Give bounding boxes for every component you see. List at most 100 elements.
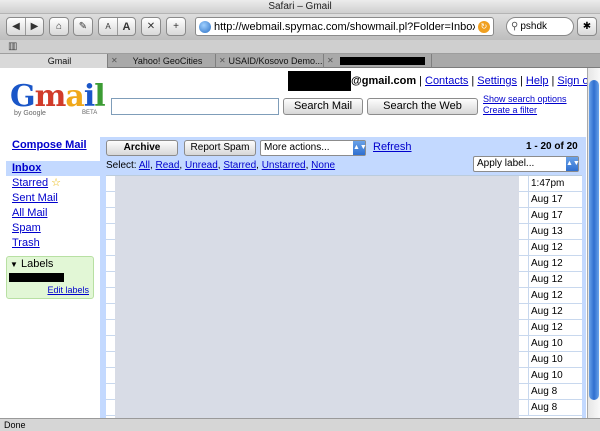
reload-icon[interactable]: ↻ <box>478 20 490 33</box>
status-bar: Done <box>0 418 600 431</box>
back-arrow-icon: ◀ <box>12 21 20 32</box>
home-icon: ⌂ <box>55 21 63 32</box>
labels-header[interactable]: ▼ Labels <box>7 257 93 270</box>
text-smaller-label: A <box>105 22 111 31</box>
more-actions-select[interactable]: More actions... ▲▼ <box>260 140 367 156</box>
mail-search-input[interactable] <box>111 98 279 115</box>
sidebar-item-spam[interactable]: Spam <box>6 221 100 236</box>
gmail-logo-text: Gmail <box>10 79 106 114</box>
apply-label-select[interactable]: Apply label... ▲▼ <box>473 156 580 172</box>
mail-list-panel: Archive Report Spam More actions... ▲▼ R… <box>100 137 586 418</box>
tab-usaid[interactable]: ✕ USAID/Kosovo Demo... <box>216 54 324 68</box>
bug-report-button[interactable]: ✱ <box>577 17 597 36</box>
show-search-options-link[interactable]: Show search options <box>483 94 567 105</box>
archive-button[interactable]: Archive <box>106 140 178 156</box>
browser-toolbar: ◀ ▶ ⌂ ✎ A A ✕ + http://webmail.spymac.co… <box>0 14 600 40</box>
tab-label: Yahoo! GeoCities <box>132 56 203 66</box>
text-larger-button[interactable]: A <box>117 18 135 35</box>
home-button[interactable]: ⌂ <box>49 17 69 36</box>
address-text[interactable]: http://webmail.spymac.com/showmail.pl?Fo… <box>214 21 475 33</box>
account-bar: @gmail.com | Contacts | Settings | Help … <box>288 71 587 91</box>
help-link[interactable]: Help <box>526 75 549 87</box>
select-all-link[interactable]: All <box>139 160 150 171</box>
forward-arrow-icon: ▶ <box>30 21 39 32</box>
globe-icon <box>199 20 211 33</box>
browser-search-field[interactable]: ⚲ pshdk <box>506 17 574 36</box>
edit-labels-link[interactable]: Edit labels <box>47 285 89 295</box>
sidebar-item-label: Starred <box>12 177 49 189</box>
forward-button[interactable]: ▶ <box>25 18 43 35</box>
sidebar-item-starred[interactable]: Starred ☆ <box>6 176 100 191</box>
browser-search-value: pshdk <box>520 21 548 32</box>
mail-date: Aug 13 <box>528 224 582 239</box>
pencil-icon: ✎ <box>78 21 88 32</box>
tab-close-icon[interactable]: ✕ <box>327 54 336 68</box>
gmail-logo[interactable]: Gmail by Google BETA <box>10 79 106 120</box>
page-scrollbar[interactable] <box>587 68 600 418</box>
stop-button[interactable]: ✕ <box>141 17 161 36</box>
sidebar-item-label: All Mail <box>12 207 48 219</box>
address-bar[interactable]: http://webmail.spymac.com/showmail.pl?Fo… <box>195 17 494 36</box>
contacts-link[interactable]: Contacts <box>425 75 468 87</box>
select-unstarred-link[interactable]: Unstarred <box>262 160 306 171</box>
report-spam-button[interactable]: Report Spam <box>184 140 256 156</box>
edit-button[interactable]: ✎ <box>73 17 93 36</box>
settings-link[interactable]: Settings <box>477 75 517 87</box>
logo-by-google: by Google <box>14 110 46 117</box>
sidebar-item-label: Sent Mail <box>12 192 58 204</box>
text-smaller-button[interactable]: A <box>99 18 117 35</box>
select-prefix: Select: <box>106 160 137 171</box>
search-icon: ⚲ <box>511 21 519 32</box>
book-icon[interactable]: ▥ <box>8 41 17 52</box>
sidebar-item-inbox[interactable]: Inbox <box>6 161 100 176</box>
tab-gmail[interactable]: Gmail <box>0 54 108 68</box>
scrollbar-thumb[interactable] <box>589 80 599 400</box>
gmail-page: Gmail by Google BETA @gmail.com | Contac… <box>0 68 587 418</box>
create-filter-link[interactable]: Create a filter <box>483 105 567 116</box>
labels-header-text: Labels <box>20 258 54 270</box>
redacted-username <box>288 71 351 91</box>
sidebar-item-all-mail[interactable]: All Mail <box>6 206 100 221</box>
mail-date: Aug 12 <box>528 320 582 335</box>
tab-redacted[interactable]: ✕ <box>324 54 432 68</box>
sidebar-item-trash[interactable]: Trash <box>6 236 100 251</box>
sidebar-item-sent[interactable]: Sent Mail <box>6 191 100 206</box>
tab-label-redacted <box>340 57 425 65</box>
select-read-link[interactable]: Read <box>156 160 180 171</box>
search-options: Show search options Create a filter <box>483 94 567 116</box>
compose-mail-link[interactable]: Compose Mail <box>12 139 87 151</box>
mail-date: Aug 10 <box>528 352 582 367</box>
add-bookmark-button[interactable]: + <box>166 17 186 36</box>
mail-date: Aug 17 <box>528 192 582 207</box>
mail-date: Aug 10 <box>528 368 582 383</box>
mail-date: 1:47pm <box>528 176 582 191</box>
signout-link[interactable]: Sign out <box>557 75 587 87</box>
tab-label: Gmail <box>47 56 72 66</box>
search-mail-button[interactable]: Search Mail <box>283 98 363 115</box>
tab-geocities[interactable]: ✕ Yahoo! GeoCities <box>108 54 216 68</box>
paging-info: 1 - 20 of 20 <box>526 141 578 152</box>
mail-date: Aug 12 <box>528 240 582 255</box>
chevron-down-icon: ▲▼ <box>566 157 580 171</box>
select-unread-link[interactable]: Unread <box>185 160 218 171</box>
mail-date: Aug 12 <box>528 288 582 303</box>
search-web-button[interactable]: Search the Web <box>367 98 478 115</box>
tab-label: USAID/Kosovo Demo... <box>228 56 323 66</box>
back-button[interactable]: ◀ <box>7 18 25 35</box>
mail-date: Aug 17 <box>528 208 582 223</box>
text-size-group: A A <box>98 17 136 36</box>
tab-close-icon[interactable]: ✕ <box>219 54 228 68</box>
triangle-down-icon: ▼ <box>10 260 18 269</box>
tab-close-icon[interactable]: ✕ <box>111 54 120 68</box>
select-starred-link[interactable]: Starred <box>223 160 256 171</box>
more-actions-label: More actions... <box>264 142 330 153</box>
labels-box: ▼ Labels Edit labels <box>6 256 94 299</box>
text-larger-label: A <box>122 20 131 33</box>
select-bar: Select: All, Read, Unread, Starred, Unst… <box>106 160 336 171</box>
chevron-down-icon: ▲▼ <box>353 141 367 155</box>
select-none-link[interactable]: None <box>311 160 335 171</box>
mail-date: Aug 12 <box>528 304 582 319</box>
refresh-link[interactable]: Refresh <box>373 141 412 153</box>
mail-date: Aug 12 <box>528 272 582 287</box>
apply-label-text: Apply label... <box>477 158 535 169</box>
